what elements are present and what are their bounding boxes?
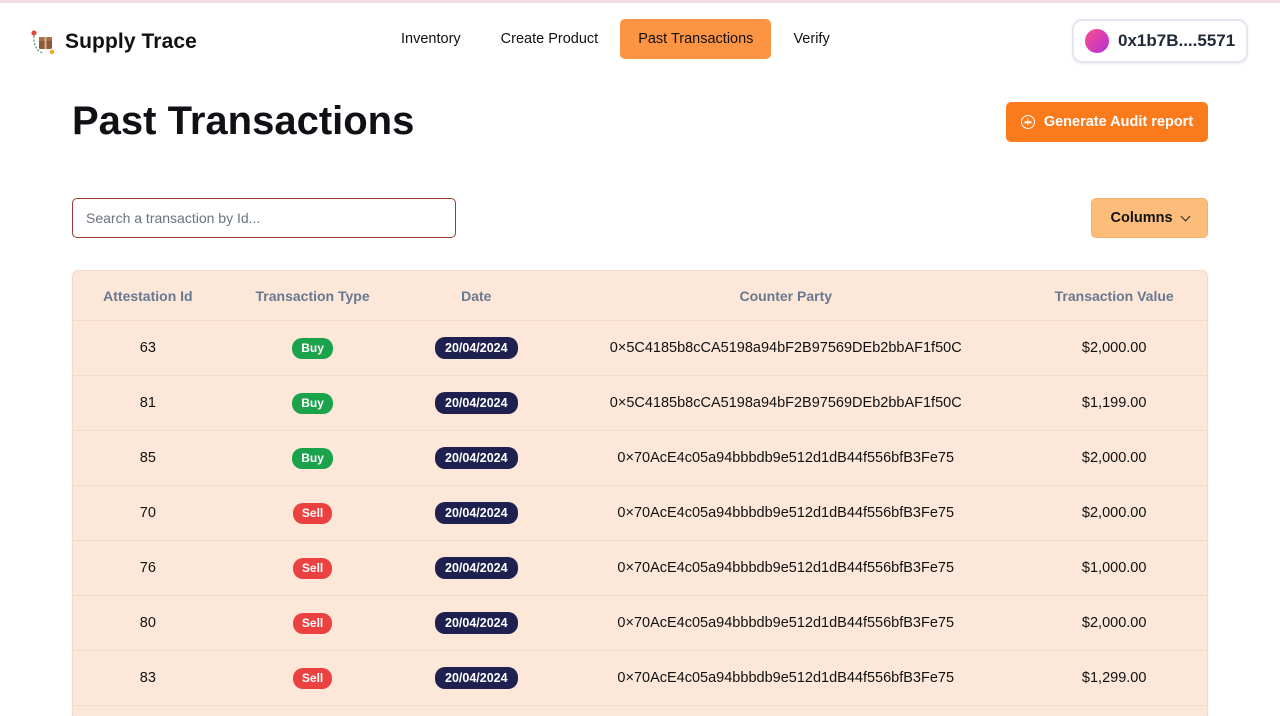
page-title: Past Transactions <box>72 99 415 143</box>
attestation-id: 70 <box>139 505 156 521</box>
table-row[interactable]: 83 Sell 20/04/2024 0×70AcE4c05a94bbbdb9e… <box>73 651 1207 706</box>
counter-party: 0×70AcE4c05a94bbbdb9e512d1dB44f556bfB3Fe… <box>617 670 955 686</box>
table-header: Attestation Id Transaction Type Date Cou… <box>73 271 1207 321</box>
transaction-type-badge: Buy <box>292 392 333 414</box>
date-badge: 20/04/2024 <box>435 612 518 634</box>
chevron-down-icon <box>1180 211 1190 221</box>
nav-inventory[interactable]: Inventory <box>383 19 479 59</box>
brand-name: Supply Trace <box>65 30 197 53</box>
plus-circle-icon <box>1020 115 1035 129</box>
search-input[interactable] <box>72 198 456 238</box>
attestation-id: 63 <box>139 340 156 356</box>
wallet-avatar <box>1085 29 1109 53</box>
table-row[interactable]: 63 Buy 20/04/2024 0×5C4185b8cCA5198a94bF… <box>73 321 1207 376</box>
header-transaction-type[interactable]: Transaction Type <box>223 288 403 304</box>
counter-party: 0×70AcE4c05a94bbbdb9e512d1dB44f556bfB3Fe… <box>617 615 955 631</box>
columns-button-label: Columns <box>1110 210 1173 226</box>
top-navbar: Supply Trace Inventory Create Product Pa… <box>0 3 1280 79</box>
generate-audit-report-button[interactable]: Generate Audit report <box>1006 102 1208 142</box>
header-counter-party[interactable]: Counter Party <box>550 288 1021 304</box>
transaction-value: $2,000.00 <box>1081 615 1147 631</box>
date-badge: 20/04/2024 <box>435 502 518 524</box>
transaction-type-badge: Buy <box>292 447 333 469</box>
main-nav: Inventory Create Product Past Transactio… <box>383 19 848 59</box>
transaction-type-badge: Sell <box>292 667 333 689</box>
counter-party: 0×70AcE4c05a94bbbdb9e512d1dB44f556bfB3Fe… <box>617 505 955 521</box>
transaction-value: $2,000.00 <box>1081 450 1147 466</box>
date-badge: 20/04/2024 <box>435 557 518 579</box>
transaction-type-badge: Sell <box>292 502 333 524</box>
date-badge: 20/04/2024 <box>435 667 518 689</box>
audit-button-label: Generate Audit report <box>1043 114 1194 130</box>
transaction-value: $2,000.00 <box>1081 505 1147 521</box>
wallet-address: 0x1b7B....5571 <box>1118 31 1236 50</box>
transaction-type-badge: Sell <box>292 557 333 579</box>
transactions-table: Attestation Id Transaction Type Date Cou… <box>72 270 1208 716</box>
counter-party: 0×5C4185b8cCA5198a94bF2B97569DEb2bbAF1f5… <box>609 340 962 356</box>
nav-past-transactions[interactable]: Past Transactions <box>620 19 772 59</box>
attestation-id: 76 <box>139 560 156 576</box>
brand[interactable]: Supply Trace <box>30 25 197 59</box>
header-attestation-id[interactable]: Attestation Id <box>73 288 223 304</box>
attestation-id: 80 <box>139 615 156 631</box>
attestation-id: 83 <box>139 670 156 686</box>
table-row[interactable]: 85 Buy 20/04/2024 0×70AcE4c05a94bbbdb9e5… <box>73 431 1207 486</box>
transaction-value: $2,000.00 <box>1081 340 1147 356</box>
attestation-id: 81 <box>139 395 156 411</box>
transaction-type-badge: Sell <box>292 612 333 634</box>
table-row[interactable]: 81 Buy 20/04/2024 0×5C4185b8cCA5198a94bF… <box>73 376 1207 431</box>
header-transaction-value[interactable]: Transaction Value <box>1021 288 1207 304</box>
transaction-value: $1,199.00 <box>1081 395 1147 411</box>
table-row[interactable]: 80 Sell 20/04/2024 0×70AcE4c05a94bbbdb9e… <box>73 596 1207 651</box>
table-row[interactable]: 70 Sell 20/04/2024 0×70AcE4c05a94bbbdb9e… <box>73 486 1207 541</box>
date-badge: 20/04/2024 <box>435 392 518 414</box>
nav-create-product[interactable]: Create Product <box>483 19 617 59</box>
counter-party: 0×5C4185b8cCA5198a94bF2B97569DEb2bbAF1f5… <box>609 395 962 411</box>
columns-button[interactable]: Columns <box>1091 198 1208 238</box>
attestation-id: 85 <box>139 450 156 466</box>
nav-verify[interactable]: Verify <box>775 19 847 59</box>
date-badge: 20/04/2024 <box>435 337 518 359</box>
header-date[interactable]: Date <box>402 288 550 304</box>
counter-party: 0×70AcE4c05a94bbbdb9e512d1dB44f556bfB3Fe… <box>617 560 955 576</box>
transaction-value: $1,299.00 <box>1081 670 1147 686</box>
counter-party: 0×70AcE4c05a94bbbdb9e512d1dB44f556bfB3Fe… <box>617 450 955 466</box>
package-route-icon <box>31 29 55 54</box>
transaction-value: $1,000.00 <box>1081 560 1147 576</box>
date-badge: 20/04/2024 <box>435 447 518 469</box>
table-row[interactable]: 76 Sell 20/04/2024 0×70AcE4c05a94bbbdb9e… <box>73 541 1207 596</box>
wallet-button[interactable]: 0x1b7B....5571 <box>1072 19 1248 63</box>
transaction-type-badge: Buy <box>292 337 333 359</box>
